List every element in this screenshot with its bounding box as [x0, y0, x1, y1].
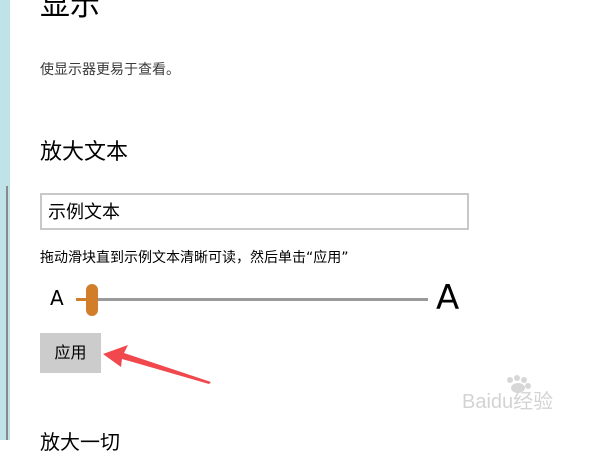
- window-left-edge: [0, 0, 10, 440]
- slider-min-label: A: [50, 286, 64, 310]
- slider-max-label: A: [436, 278, 460, 318]
- slider-track[interactable]: [76, 298, 428, 301]
- page-subtitle: 使显示器更易于查看。: [40, 62, 180, 78]
- annotation-arrow-shape: [103, 345, 211, 384]
- watermark-text: Baidu经验: [462, 390, 553, 413]
- slider-instruction: 拖动滑块直到示例文本清晰可读，然后单击“应用”: [40, 250, 349, 266]
- sample-text: 示例文本: [48, 202, 120, 223]
- text-size-slider[interactable]: [76, 280, 428, 320]
- section-title-enlarge-text: 放大文本: [40, 140, 129, 165]
- sample-text-box: 示例文本: [40, 193, 469, 230]
- page-title: 显示: [40, 0, 100, 23]
- apply-button[interactable]: 应用: [40, 333, 101, 373]
- baidu-watermark: Baidu经验: [462, 375, 553, 413]
- next-section-title: 放大一切: [40, 430, 120, 454]
- scroll-indicator[interactable]: [6, 186, 8, 440]
- slider-thumb[interactable]: [86, 284, 99, 316]
